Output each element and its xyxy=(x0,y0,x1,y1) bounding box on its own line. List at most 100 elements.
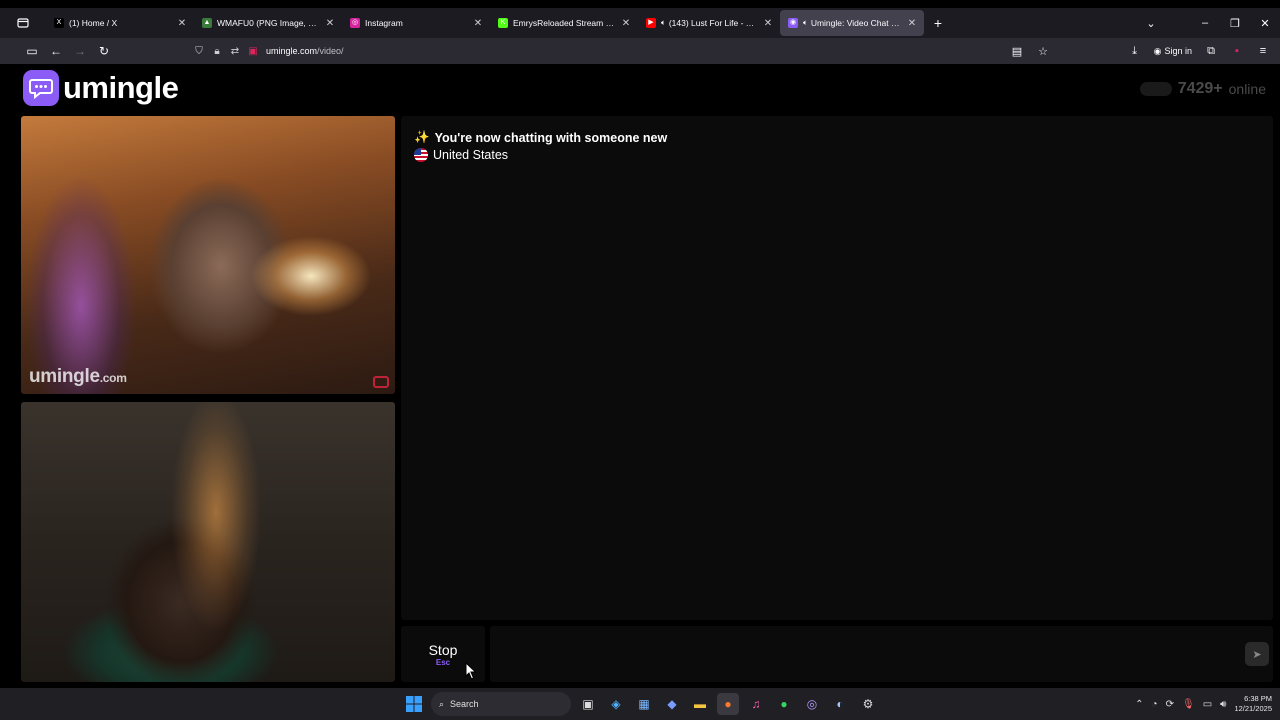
firefox-icon[interactable]: ● xyxy=(717,693,739,715)
copilot-icon[interactable]: ◈ xyxy=(605,693,627,715)
search-icon: ⌕ xyxy=(439,698,445,709)
itunes-icon[interactable]: ♫ xyxy=(745,693,767,715)
store-icon[interactable]: ▦ xyxy=(633,693,655,715)
restore-button[interactable]: ❐ xyxy=(1220,17,1250,30)
tab-favicon-icon: K xyxy=(498,18,508,28)
tab-title: (143) Lust For Life - YouTub xyxy=(668,18,758,28)
start-button[interactable] xyxy=(403,693,425,715)
shield-icon[interactable]: ⛉ xyxy=(190,46,208,57)
sign-in-label: Sign in xyxy=(1164,46,1192,56)
network-icon[interactable]: ▭ xyxy=(1203,699,1212,710)
lock-icon[interactable]: 🔒︎ xyxy=(208,46,226,57)
minimize-button[interactable]: – xyxy=(1190,17,1220,29)
chat-status-message: ✨ You're now chatting with someone new xyxy=(414,130,667,145)
stranger-country: United States xyxy=(414,148,508,162)
url-domain: umingle.com xyxy=(266,46,318,56)
tab-list-chevron-icon[interactable]: ⌄ xyxy=(1136,17,1166,30)
close-tab-icon[interactable]: ✕ xyxy=(472,18,484,29)
extensions-icon[interactable]: ⧉ xyxy=(1200,45,1222,58)
task-view-icon[interactable]: ▣ xyxy=(577,693,599,715)
url-bar[interactable]: ⛉ 🔒︎ ⇄ ▣ umingle.com/video/ xyxy=(190,41,1060,61)
downloads-icon[interactable]: ⤓ xyxy=(1124,45,1146,58)
us-flag-icon xyxy=(414,148,428,162)
watermark-name: umingle xyxy=(29,366,100,387)
chat-bubble-icon xyxy=(23,70,59,106)
obs-icon[interactable]: ◎ xyxy=(801,693,823,715)
forward-button[interactable]: → xyxy=(68,44,92,58)
windows-taskbar: ⌕ Search ▣ ◈ ▦ ◆ ▬ ● ♫ ● ◎ ◐ ⚙ ⌃ ◔ ⟳ 🎙︎ … xyxy=(0,688,1280,720)
umingle-logo[interactable]: umingle xyxy=(23,70,179,106)
browser-tab[interactable]: X (1) Home / X ✕ xyxy=(46,10,194,36)
sign-in-button[interactable]: ◉ Sign in xyxy=(1150,46,1196,57)
taskbar-clock[interactable]: 6:38 PM 12/21/2025 xyxy=(1234,694,1272,714)
tab-audio-icon[interactable]: 🔈︎ xyxy=(803,18,808,28)
report-flag-icon[interactable] xyxy=(373,376,389,388)
extension-badge-icon[interactable]: ▪ xyxy=(1226,45,1248,57)
system-tray: ⌃ ◔ ⟳ 🎙︎ ▭ 🔊︎ 6:38 PM 12/21/2025 xyxy=(1135,688,1272,720)
online-count: 7429+ xyxy=(1177,80,1223,97)
new-tab-button[interactable]: + xyxy=(924,15,952,31)
browser-tab[interactable]: ◉ 🔈︎Umingle: Video Chat with S ✕ xyxy=(780,10,924,36)
browser-tab[interactable]: ▶ 🔈︎(143) Lust For Life - YouTub ✕ xyxy=(638,10,780,36)
clock-date: 12/21/2025 xyxy=(1234,704,1272,713)
permissions-icon[interactable]: ⇄ xyxy=(226,46,244,57)
browser-nav-bar: ▭ ← → ↻ ⛉ 🔒︎ ⇄ ▣ umingle.com/video/ ▤ ☆ … xyxy=(0,38,1280,64)
tray-app-icon[interactable]: ◔ xyxy=(1152,699,1158,710)
browser-tab[interactable]: ◎ Instagram ✕ xyxy=(342,10,490,36)
reader-view-icon[interactable]: ▤ xyxy=(1006,45,1028,58)
whatsapp-icon[interactable]: ● xyxy=(773,693,795,715)
search-label: Search xyxy=(450,699,479,709)
sync-icon[interactable]: ⟳ xyxy=(1166,699,1174,710)
tab-favicon-icon: ▶ xyxy=(646,18,656,28)
close-tab-icon[interactable]: ✕ xyxy=(620,18,632,29)
close-tab-icon[interactable]: ✕ xyxy=(176,18,188,29)
window-controls: ⌄ – ❐ ✕ xyxy=(1136,8,1280,38)
file-explorer-icon[interactable]: ▬ xyxy=(689,693,711,715)
close-tab-icon[interactable]: ✕ xyxy=(324,18,336,29)
bookmark-star-icon[interactable]: ☆ xyxy=(1032,45,1054,58)
account-icon: ◉ xyxy=(1153,45,1162,56)
close-window-button[interactable]: ✕ xyxy=(1250,17,1280,30)
watermark-domain: .com xyxy=(99,371,127,385)
stop-shortcut: Esc xyxy=(435,657,451,667)
chat-message-input[interactable] xyxy=(490,626,1273,682)
settings-icon[interactable]: ⚙ xyxy=(857,693,879,715)
stranger-video: umingle.com xyxy=(21,116,395,394)
menu-icon[interactable]: ≡ xyxy=(1252,45,1274,57)
send-button[interactable]: ➤ xyxy=(1245,642,1269,666)
clock-time: 6:38 PM xyxy=(1244,694,1272,703)
browser-tab-bar: X (1) Home / X ✕ ▲ WMAFU0 (PNG Image, 873 × … xyxy=(0,8,1280,38)
close-tab-icon[interactable]: ✕ xyxy=(906,18,918,29)
tab-favicon-icon: ◉ xyxy=(788,18,798,28)
tab-favicon-icon: X xyxy=(54,18,64,28)
back-button[interactable]: ← xyxy=(44,44,68,58)
chat-panel: ✨ You're now chatting with someone new U… xyxy=(401,116,1273,620)
status-text: You're now chatting with someone new xyxy=(434,130,668,145)
tray-chevron-icon[interactable]: ⌃ xyxy=(1135,699,1143,710)
url-path: /video/ xyxy=(317,46,344,56)
tab-audio-icon[interactable]: 🔈︎ xyxy=(661,18,666,28)
browser-tab[interactable]: K EmrysReloaded Stream - Watch ✕ xyxy=(490,10,638,36)
tab-overview-button[interactable] xyxy=(0,8,46,38)
taskbar-search[interactable]: ⌕ Search xyxy=(431,692,571,716)
self-video xyxy=(21,402,395,682)
volume-icon[interactable]: 🔊︎ xyxy=(1220,699,1226,710)
sparkles-icon: ✨ xyxy=(414,130,430,144)
tab-title: WMAFU0 (PNG Image, 873 × 1 xyxy=(217,18,320,28)
vpn-app-icon[interactable]: ◆ xyxy=(661,693,683,715)
steam-icon[interactable]: ◐ xyxy=(829,693,851,715)
online-toggle[interactable] xyxy=(1139,82,1172,96)
camera-sharing-icon[interactable]: ▣ xyxy=(244,46,262,57)
online-indicator: 7429+ online xyxy=(1139,80,1266,98)
close-tab-icon[interactable]: ✕ xyxy=(762,18,774,29)
sidebar-toggle-button[interactable]: ▭ xyxy=(20,44,44,58)
reload-button[interactable]: ↻ xyxy=(92,44,116,58)
microphone-icon[interactable]: 🎙︎ xyxy=(1182,699,1195,710)
url-text[interactable]: umingle.com/video/ xyxy=(266,46,344,56)
online-label: online xyxy=(1228,81,1266,97)
umingle-page: umingle 7429+ online umingle.com ✨ You'r… xyxy=(0,64,1280,688)
chat-controls: Stop Esc ➤ xyxy=(401,626,1273,682)
tab-overview-icon xyxy=(17,18,29,28)
browser-tab[interactable]: ▲ WMAFU0 (PNG Image, 873 × 1 ✕ xyxy=(194,10,342,36)
tab-title: (1) Home / X xyxy=(69,18,118,28)
